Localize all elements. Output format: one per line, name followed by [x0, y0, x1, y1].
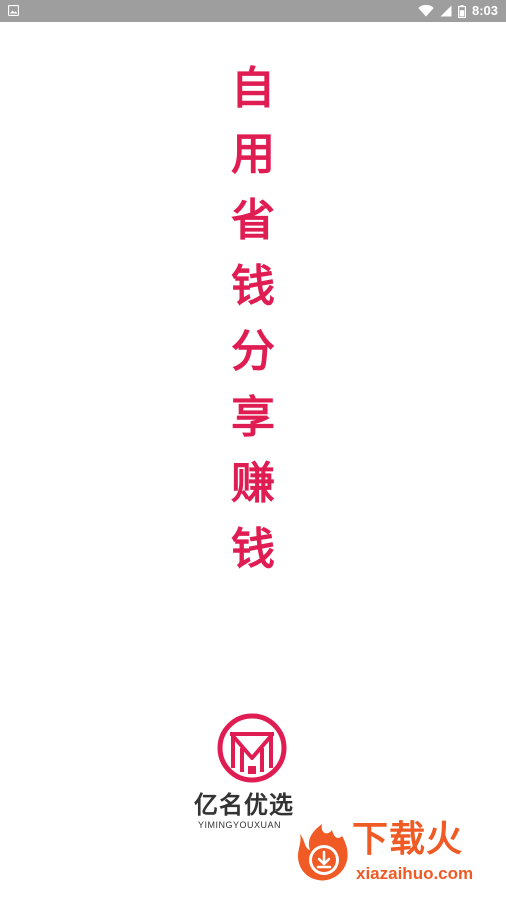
slogan-char: 钱 — [231, 261, 275, 312]
watermark-url: xiazaihuo.com — [356, 864, 474, 883]
signal-icon — [440, 5, 452, 17]
watermark: 下载火 xiazaihuo.com — [292, 820, 500, 890]
battery-icon — [457, 4, 466, 18]
slogan-char: 享 — [231, 392, 275, 443]
slogan-char: 钱 — [231, 524, 275, 575]
watermark-title: 下载火 — [352, 819, 464, 860]
slogan-char: 用 — [231, 129, 275, 180]
image-icon — [8, 5, 19, 16]
slogan-share-earn: 分 享 赚 钱 — [225, 325, 281, 589]
brand-logo: 亿名优选 YIMINGYOUXUAN — [194, 712, 316, 832]
status-right: 8:03 — [418, 0, 498, 22]
flame-download-icon — [298, 824, 348, 881]
slogan-save-money: 自 用 省 钱 — [225, 62, 281, 326]
slogan-char: 赚 — [231, 458, 275, 509]
slogan-char: 省 — [231, 195, 275, 246]
slogan-char: 自 — [231, 63, 275, 114]
status-bar: 8:03 — [0, 0, 506, 22]
logo-mark-icon — [217, 713, 287, 783]
wifi-icon — [418, 5, 434, 17]
brand-name: 亿名优选 — [194, 791, 294, 819]
status-time: 8:03 — [471, 3, 498, 18]
slogan-char: 分 — [231, 326, 275, 377]
